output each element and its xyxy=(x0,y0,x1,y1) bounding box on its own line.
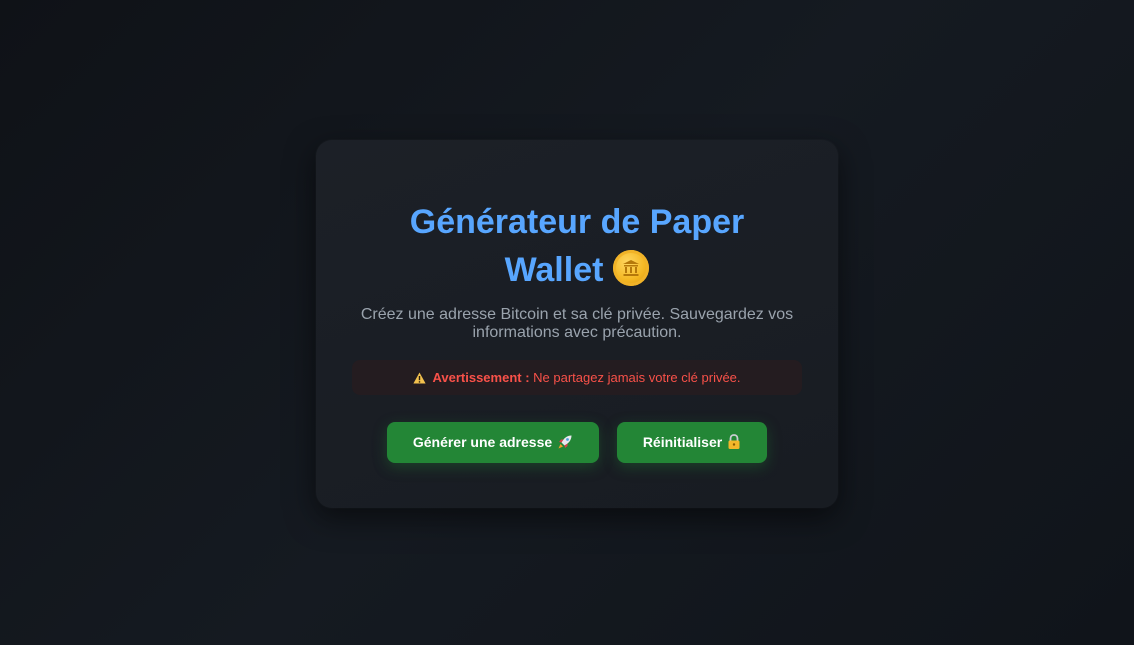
generate-button-label: Générer une adresse xyxy=(412,434,553,450)
reset-button[interactable]: Réinitialiser xyxy=(617,422,767,463)
coin-icon xyxy=(613,250,650,286)
rocket-icon xyxy=(558,435,572,449)
title-text: Générateur de Paper Wallet xyxy=(409,203,745,289)
page-title: Générateur de Paper Wallet xyxy=(316,198,838,294)
lock-icon xyxy=(728,434,740,449)
warning-banner: Avertissement : Ne partagez jamais votre… xyxy=(352,360,802,395)
warning-label: Avertissement : xyxy=(432,370,530,385)
warning-text: Ne partagez jamais votre clé privée. xyxy=(533,370,741,385)
page-subtitle: Créez une adresse Bitcoin et sa clé priv… xyxy=(360,306,794,341)
wallet-generator-card: Générateur de Paper Wallet Créez une adr… xyxy=(316,140,838,508)
warning-icon xyxy=(413,362,427,397)
generate-address-button[interactable]: Générer une adresse xyxy=(387,422,599,463)
reset-button-label: Réinitialiser xyxy=(642,434,723,450)
